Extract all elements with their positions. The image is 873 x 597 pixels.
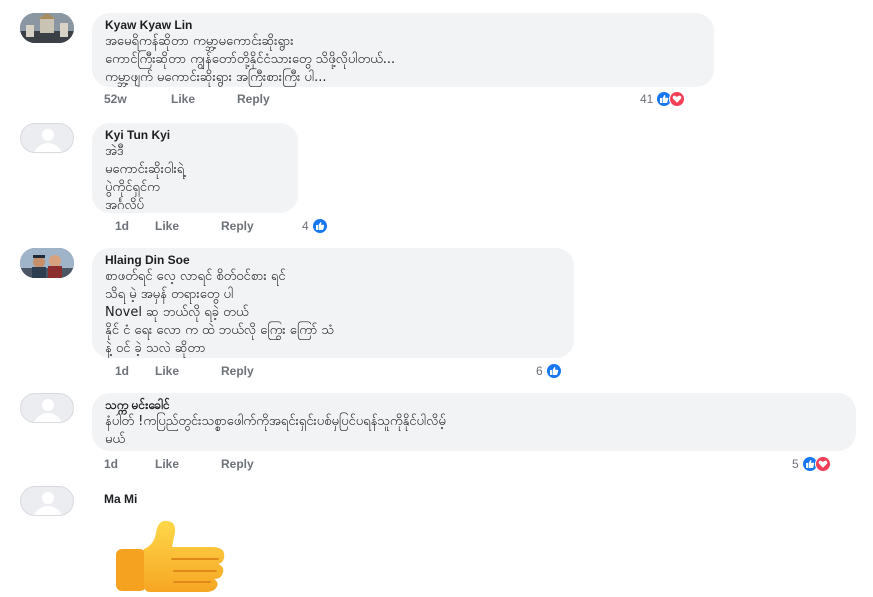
like-button[interactable]: Like — [155, 364, 179, 378]
comment-author[interactable]: သက္က မင်းခေါင် — [105, 398, 844, 413]
comment-text-line: သိရ မဲ့ အမှန် တရားတွေ ပါ — [105, 287, 234, 302]
reaction-count: 6 — [536, 364, 543, 378]
comment-text-line: မယ် — [105, 432, 126, 447]
like-reaction-icon — [311, 218, 328, 234]
default-avatar-icon — [42, 129, 54, 141]
reply-button[interactable]: Reply — [221, 457, 254, 471]
like-button[interactable]: Like — [155, 219, 179, 233]
comment-bubble: Kyaw Kyaw Lin အမေရိကန်ဆိုတာ ကမ္ဘာ့မကောင်… — [92, 13, 714, 87]
comment-text-line: ကမ္ဘာ့ဖျက် မကောင်းဆိုးရွား အကြီးစားကြီး … — [105, 70, 327, 85]
avatar[interactable] — [20, 486, 74, 516]
comment-bubble: Hlaing Din Soe စာဖတ်ရင် လေ့ လာရင် စိတ်ဝင… — [92, 248, 574, 358]
comment-author[interactable]: Kyaw Kyaw Lin — [105, 18, 702, 33]
avatar[interactable] — [20, 13, 74, 43]
comment-author[interactable]: Kyi Tun Kyi — [105, 128, 286, 143]
comment-author[interactable]: Hlaing Din Soe — [105, 253, 562, 268]
comment-text-line: Novel ဆု ဘယ်လို ရခဲ့ တယ် — [105, 305, 249, 320]
comment-timestamp[interactable]: 1d — [104, 457, 118, 471]
comment-bubble: သက္က မင်းခေါင် နံပါတ် !ကပြည်တွင်းသစ္စာဖေ… — [92, 393, 856, 451]
comment-author[interactable]: Ma Mi — [104, 492, 137, 507]
like-button[interactable]: Like — [155, 457, 179, 471]
default-avatar-icon — [42, 399, 54, 411]
reaction-summary[interactable]: 4 — [302, 218, 328, 234]
avatar[interactable] — [20, 248, 74, 278]
avatar[interactable] — [20, 393, 74, 423]
avatar[interactable] — [20, 123, 74, 153]
comment-timestamp[interactable]: 1d — [115, 364, 129, 378]
comment-text-line: မကောင်းဆိုးဝါးရဲ့ — [105, 162, 185, 177]
comment-text-line: စာဖတ်ရင် လေ့ လာရင် စိတ်ဝင်စား ရင် — [105, 269, 286, 284]
comment-text-line: အင်္ဂလိပ် — [105, 198, 144, 213]
default-avatar-icon — [42, 492, 54, 504]
comment-timestamp[interactable]: 52w — [104, 92, 127, 106]
reply-button[interactable]: Reply — [237, 92, 270, 106]
comment-text-line: အဲဒီ — [105, 144, 124, 159]
love-reaction-icon — [669, 91, 686, 107]
comment-text-line: ကောင်ကြီးဆိုတာ ကျွန်တော်တို့နိုင်ငံသားတွ… — [105, 52, 396, 67]
comment-text-line: နံပါတ် !ကပြည်တွင်းသစ္စာဖေါက်ကိုအရင်းရှင်… — [105, 414, 446, 429]
comment-text-line: ပွဲကိုင်ရှင်က — [105, 180, 160, 195]
comment-text-line: အမေရိကန်ဆိုတာ ကမ္ဘာ့မကောင်းဆိုးရွား — [105, 34, 294, 49]
like-button[interactable]: Like — [171, 92, 195, 106]
profile-photo-icon — [20, 248, 74, 278]
reply-button[interactable]: Reply — [221, 364, 254, 378]
thumbs-up-sticker-icon[interactable] — [106, 515, 236, 597]
love-reaction-icon — [814, 456, 831, 472]
reaction-count: 4 — [302, 219, 309, 233]
reply-button[interactable]: Reply — [221, 219, 254, 233]
comment-text-line: နဲ့ ဝင် ခဲ့ သလဲ ဆိုတာ — [105, 341, 206, 356]
reaction-count: 41 — [640, 92, 654, 106]
comment-text-line: နိုင် ငံ ရေး လော က ထဲ ဘယ်လို ကြွေး ကြော်… — [105, 323, 335, 338]
profile-photo-icon — [20, 13, 74, 43]
like-reaction-icon — [545, 363, 562, 379]
reaction-summary[interactable]: 6 — [536, 363, 562, 379]
reaction-count: 5 — [792, 457, 799, 471]
comment-timestamp[interactable]: 1d — [115, 219, 129, 233]
reaction-summary[interactable]: 41 — [640, 91, 686, 107]
reaction-summary[interactable]: 5 — [792, 456, 831, 472]
comment-bubble: Kyi Tun Kyi အဲဒီ မကောင်းဆိုးဝါးရဲ့ ပွဲကိ… — [92, 123, 298, 213]
